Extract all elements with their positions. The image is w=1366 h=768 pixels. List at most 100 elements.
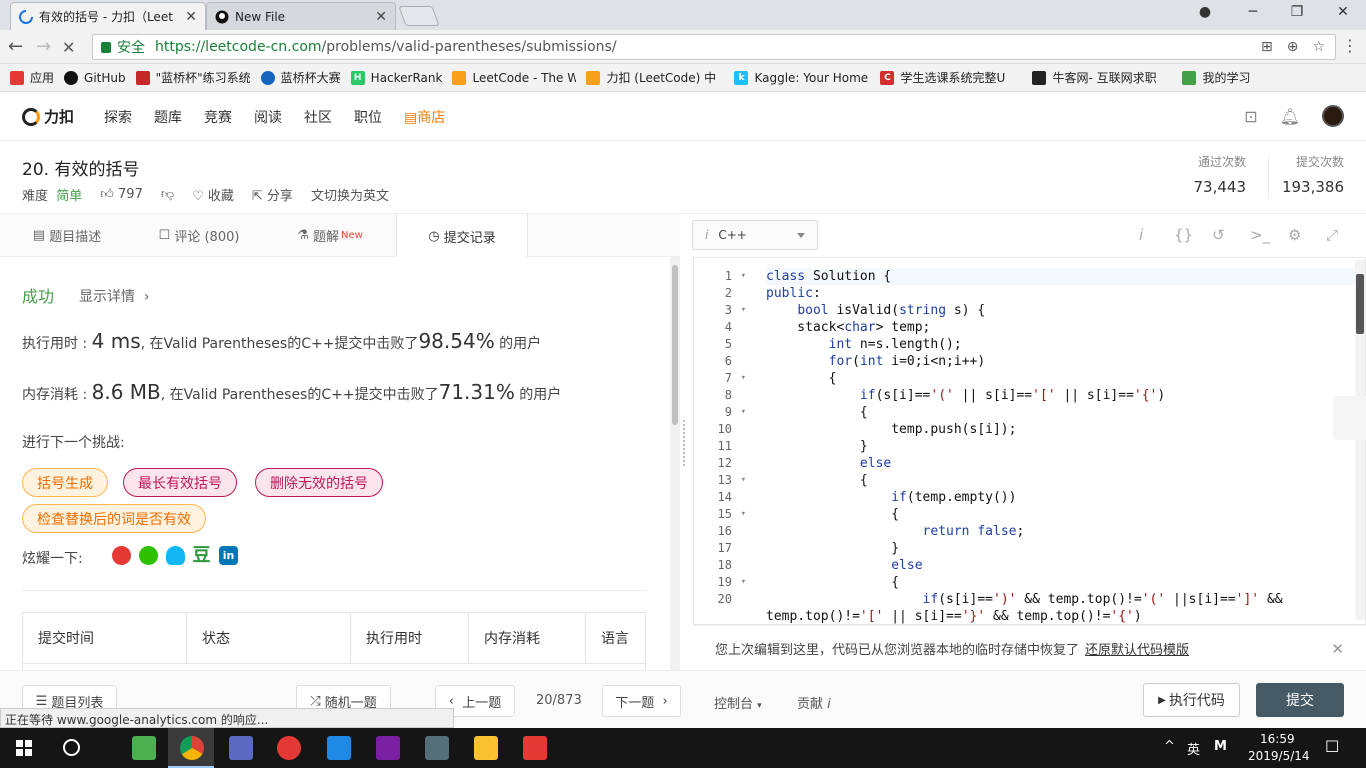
taskbar-app-icon[interactable] — [523, 736, 547, 760]
dislike-button[interactable]: 👎︎ — [161, 187, 174, 202]
url-bar[interactable]: 安全 https://leetcode-cn.com /problems/val… — [92, 34, 1336, 60]
bookmark-star-icon[interactable]: ☆ — [1312, 39, 1325, 55]
bookmark-github[interactable]: GitHub — [64, 70, 126, 85]
clock-date[interactable]: 2019/5/14 — [1248, 749, 1310, 763]
playground-icon[interactable]: ⊡ — [1244, 107, 1257, 126]
notification-center-icon[interactable]: ☐ — [1325, 737, 1339, 756]
nav-store[interactable]: ▤商店 — [404, 107, 445, 127]
column-header-status[interactable]: 状态 — [187, 613, 351, 663]
code-line[interactable]: if(temp.empty()) — [766, 489, 1365, 506]
nav-contest[interactable]: 竞赛 — [204, 107, 232, 127]
code-line[interactable]: { — [766, 506, 1365, 523]
code-line[interactable]: { — [766, 404, 1365, 421]
bookmark-lanqiao-practice[interactable]: "蓝桥杯"练习系统 — [135, 69, 251, 86]
fold-arrow-icon[interactable]: ▾ — [741, 472, 746, 489]
site-logo[interactable]: 力扣 — [22, 106, 74, 127]
switch-language-button[interactable]: 文切换为英文 — [311, 185, 389, 204]
zoom-icon[interactable]: ⊕ — [1287, 39, 1299, 55]
browser-tab-active[interactable]: 有效的括号 - 力扣（Leet ✕ — [10, 2, 206, 30]
nav-jobs[interactable]: 职位 — [354, 107, 382, 127]
new-tab-button[interactable] — [398, 6, 440, 26]
challenge-chip[interactable]: 最长有效括号 — [123, 468, 237, 497]
nav-problems[interactable]: 题库 — [154, 107, 182, 127]
run-code-button[interactable]: ▶ 执行代码 — [1143, 683, 1240, 717]
code-editor[interactable]: 1 ▾ 2 3 ▾ 4 5 6 7 ▾ 8 9 ▾ 10 11 12 13 ▾ 14 15 ▾ 16 17 18 19 ▾ 20 c… — [693, 257, 1366, 625]
fold-arrow-icon[interactable]: ▾ — [741, 506, 746, 523]
code-lines[interactable]: class Solution {public: bool isValid(str… — [766, 268, 1365, 624]
challenge-chip[interactable]: 检查替换后的词是否有效 — [22, 504, 206, 533]
bookmark-course-system[interactable]: C 学生选课系统完整U — [880, 69, 1022, 86]
code-line[interactable]: { — [766, 472, 1365, 489]
menu-dots-icon[interactable]: ⋮ — [1342, 36, 1358, 55]
nav-explore[interactable]: 探索 — [104, 107, 132, 127]
next-problem-button[interactable]: 下一题 › — [602, 685, 681, 717]
bookmark-leetcode-cn[interactable]: 力扣 (LeetCode) 中 — [586, 69, 724, 86]
code-line[interactable]: stack<char> temp; — [766, 319, 1365, 336]
code-line[interactable]: class Solution { — [766, 268, 1365, 285]
bookmark-lanqiao-cup[interactable]: 蓝桥杯大赛 — [260, 69, 341, 86]
fold-arrow-icon[interactable]: ▾ — [741, 302, 746, 319]
avatar[interactable] — [1322, 105, 1344, 127]
weibo-icon[interactable] — [112, 546, 131, 565]
submit-button[interactable]: 提交 — [1256, 683, 1344, 717]
translate-icon[interactable]: ⊞ — [1261, 39, 1273, 55]
bookmark-my-study[interactable]: 我的学习 — [1182, 69, 1250, 86]
tab-close-icon[interactable]: ✕ — [375, 9, 387, 25]
terminal-icon[interactable]: >_ — [1250, 226, 1270, 244]
nav-community[interactable]: 社区 — [304, 107, 332, 127]
code-line[interactable]: if(s[i]==')' && temp.top()!='(' ||s[i]==… — [766, 591, 1365, 608]
tab-comments[interactable]: ☐ 评论 (800) — [134, 214, 264, 257]
browser-tab-new-file[interactable]: New File ✕ — [206, 2, 396, 30]
restore-default-link[interactable]: 还原默认代码模版 — [1085, 639, 1189, 658]
column-header-memory[interactable]: 内存消耗 — [469, 613, 586, 663]
tab-solutions[interactable]: ⚗ 题解 New — [264, 214, 396, 257]
bookmark-hackerrank[interactable]: H HackerRank — [350, 70, 442, 85]
code-line[interactable]: else — [766, 557, 1365, 574]
info-icon[interactable]: i — [1139, 226, 1143, 244]
chrome-icon[interactable] — [180, 736, 204, 760]
code-line[interactable]: for(int i=0;i<n;i++) — [766, 353, 1365, 370]
code-line[interactable]: { — [766, 574, 1365, 591]
contribute-link[interactable]: 贡献 i — [797, 693, 831, 712]
fold-arrow-icon[interactable]: ▾ — [741, 574, 746, 591]
fold-arrow-icon[interactable]: ▾ — [741, 370, 746, 387]
settings-gear-icon[interactable]: ⚙ — [1288, 226, 1301, 244]
ime-mode-indicator[interactable]: M — [1214, 739, 1227, 754]
bookmark-apps[interactable]: 应用 — [10, 69, 54, 86]
fold-arrow-icon[interactable]: ▾ — [741, 404, 746, 421]
back-icon[interactable]: ← — [8, 36, 23, 57]
column-header-time[interactable]: 提交时间 — [23, 613, 187, 663]
code-line[interactable]: else — [766, 455, 1365, 472]
bookmark-nowcoder[interactable]: 牛客网- 互联网求职 — [1032, 69, 1172, 86]
code-line[interactable]: public: — [766, 285, 1365, 302]
tab-close-icon[interactable]: ✕ — [185, 9, 197, 25]
like-button[interactable]: 👍︎ 797 — [100, 187, 143, 202]
cortana-search-icon[interactable] — [63, 739, 80, 756]
douban-icon[interactable]: 豆 — [192, 546, 211, 565]
challenge-chip[interactable]: 删除无效的括号 — [255, 468, 383, 497]
code-line[interactable]: int n=s.length(); — [766, 336, 1365, 353]
reset-icon[interactable]: ↺ — [1212, 226, 1225, 244]
ime-indicator[interactable]: 英 — [1187, 739, 1200, 758]
typora-icon[interactable] — [425, 736, 449, 760]
vscode-icon[interactable] — [327, 736, 351, 760]
code-line[interactable]: bool isValid(string s) { — [766, 302, 1365, 319]
qq-icon[interactable] — [166, 546, 185, 565]
bookmark-leetcode[interactable]: LeetCode - The Wo — [452, 70, 576, 85]
pane-resize-handle[interactable] — [683, 420, 689, 466]
fullscreen-icon[interactable]: ⤢ — [1326, 226, 1338, 244]
tray-expand-icon[interactable]: ^ — [1164, 739, 1175, 754]
window-close-icon[interactable]: ✕ — [1328, 4, 1358, 20]
favorite-button[interactable]: ♡ 收藏 — [192, 185, 234, 204]
clock-time[interactable]: 16:59 — [1260, 732, 1295, 746]
fold-arrow-icon[interactable]: ▾ — [741, 268, 746, 285]
maximize-icon[interactable]: ❐ — [1282, 4, 1312, 20]
column-header-language[interactable]: 语言 — [586, 613, 646, 663]
taskbar-app-icon[interactable] — [132, 736, 156, 760]
code-line[interactable]: if(s[i]=='(' || s[i]=='[' || s[i]=='{') — [766, 387, 1365, 404]
minimize-icon[interactable]: ─ — [1238, 4, 1268, 20]
code-line[interactable]: } — [766, 540, 1365, 557]
code-line[interactable]: return false; — [766, 523, 1365, 540]
column-header-runtime[interactable]: 执行用时 — [351, 613, 469, 663]
language-select[interactable]: i C++ — [692, 220, 818, 250]
